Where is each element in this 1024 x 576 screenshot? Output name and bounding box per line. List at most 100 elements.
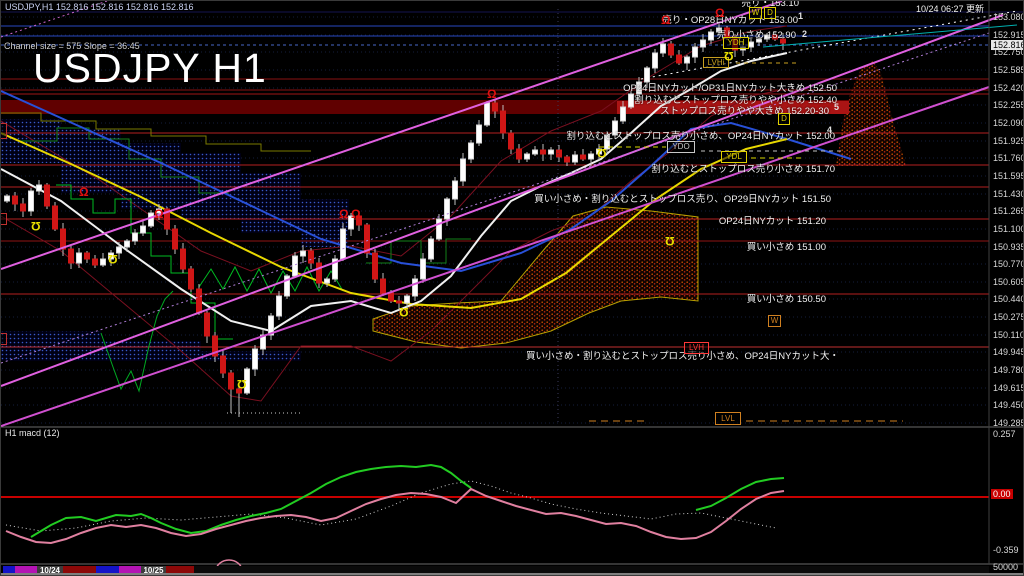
trade-annotation: 割り込むとストップロス売り小さめ、OP24日NYカット 152.00 [566,128,835,142]
level-label-box: YDO [667,141,695,153]
trade-annotation: OP24日NYカット 151.20 [719,213,826,227]
candle-body [221,356,226,373]
candle-body [301,251,306,256]
candle-body [189,269,194,289]
ohlc-readout: USDJPY,H1 152.816 152.816 152.816 152.81… [5,2,194,12]
candle-body [125,241,130,247]
price-axis-label: 150.110 [993,330,1024,340]
candle-body [45,185,50,206]
candle-body [589,154,594,159]
price-axis-label: 149.780 [993,365,1024,375]
sell-signal-icon: Ω [487,89,497,100]
price-axis-label: 151.595 [993,171,1024,181]
price-axis-label: 151.100 [993,224,1024,234]
candle-body [413,279,418,296]
last-update-label: 10/24 06:27 更新 [916,2,984,15]
price-axis-label: 151.265 [993,206,1024,216]
candle-body [573,155,578,162]
wave-count-number: 2 [802,29,807,39]
candle-body [653,53,658,68]
candle-body [525,154,530,159]
price-axis-label: 151.430 [993,189,1024,199]
price-axis-label: 152.585 [993,65,1024,75]
candle-body [677,55,682,63]
candle-body [5,196,10,201]
trade-annotation: ストップロス売りやや大きめ 152.20-30 [660,103,829,117]
buy-signal-icon: Ω [724,50,734,61]
candle-body [557,150,562,157]
candle-body [101,259,106,265]
candle-body [709,32,714,40]
price-axis-label: 150.605 [993,277,1024,287]
sell-signal-icon: Ω [661,15,671,26]
level-label-box: W [768,315,781,327]
candle-body [133,233,138,241]
edge-label-box [0,333,7,345]
candle-body [421,259,426,279]
candle-body [749,42,754,47]
level-label-box: LVH [684,342,709,354]
candle-body [669,44,674,55]
wave-count-number: 1 [798,11,803,21]
candle-body [621,107,626,121]
level-label-box: D [778,113,790,125]
trade-annotation: 買い小さめ・割り込むとストップロス売り、OP29日NYカット 151.50 [534,191,831,205]
edge-label-box [0,123,7,139]
candle-body [205,313,210,336]
candle-body [509,133,514,149]
candle-body [325,279,330,283]
candle-body [565,157,570,162]
edge-label-box [0,213,7,225]
candle-body [397,301,402,303]
level-label-box: YDH [723,37,749,49]
level-label-box: W [749,7,762,19]
trade-annotation: 買い小さめ・割り込むとストップロス売り小さめ、OP24日NYカット大・ [526,348,839,362]
candle-body [53,206,58,229]
candle-body [581,155,586,159]
macd-axis-label: 0.257 [993,429,1016,439]
candle-body [61,229,66,249]
candle-body [181,249,186,269]
candle-body [685,57,690,63]
price-axis-label: 153.080 [993,12,1024,22]
candle-body [437,219,442,239]
price-axis-label: 149.615 [993,383,1024,393]
candle-body [517,149,522,159]
candle-body [341,229,346,259]
price-axis-label: 150.440 [993,294,1024,304]
price-axis-label: 150.770 [993,259,1024,269]
candle-body [469,143,474,159]
indicator-line [6,481,776,531]
candle-body [381,279,386,293]
candle-body [445,199,450,219]
macd-indicator-label: H1 macd (12) [5,428,60,438]
candle-body [21,204,26,211]
buy-signal-icon: Ω [237,378,247,389]
price-axis-label: 151.925 [993,136,1024,146]
candle-body [93,259,98,265]
candle-body [277,296,282,316]
candle-body [85,253,90,259]
candle-body [629,94,634,107]
candle-body [253,349,258,369]
trade-annotation: 買い小さめ 151.00 [747,239,826,253]
price-axis-label: 152.750 [993,47,1024,57]
symbol-watermark: USDJPY H1 [33,45,267,92]
price-axis-label: 150.275 [993,312,1024,322]
candle-body [477,125,482,143]
price-axis-label: 152.255 [993,100,1024,110]
candle-body [541,150,546,154]
trade-annotation: 割り込むとストップロス売り小さめ 151.70 [651,161,835,175]
buy-signal-icon: Ω [665,235,675,246]
price-axis-label: 149.285 [993,418,1024,428]
candle-body [661,44,666,53]
wave-count-number: 5 [834,102,839,112]
sell-signal-icon: Ω [79,187,89,198]
buy-signal-icon: Ω [108,253,118,264]
mt4-chart-window: USDJPY,H1 152.816 152.816 152.816 152.81… [0,0,1024,576]
candle-body [549,150,554,154]
sell-signal-icon: Ω [351,209,361,220]
candle-body [501,111,506,133]
candle-body [405,296,410,303]
candle-body [453,181,458,199]
